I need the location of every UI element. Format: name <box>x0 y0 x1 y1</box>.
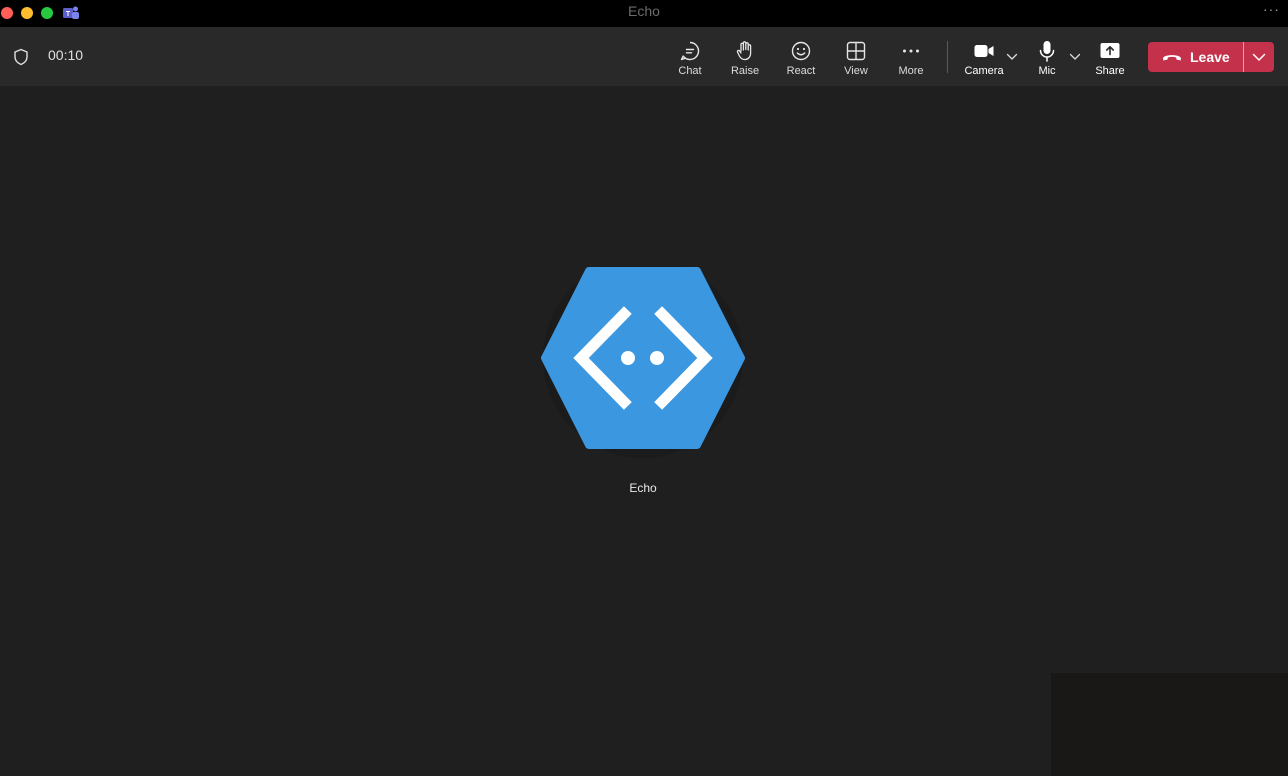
share-label: Share <box>1095 65 1125 77</box>
meeting-stage: Echo <box>0 86 1288 776</box>
mic-button[interactable]: Mic <box>1027 27 1067 86</box>
participant-name: Echo <box>629 481 657 495</box>
mic-icon <box>1039 41 1055 62</box>
toolbar-divider <box>947 41 948 73</box>
window-titlebar: T Echo ··· <box>0 0 1288 27</box>
window-title: Echo <box>628 3 660 19</box>
avatar-eye-right <box>650 351 664 365</box>
view-button[interactable]: View <box>836 27 876 86</box>
raise-hand-icon <box>736 41 752 61</box>
meeting-timer: 00:10 <box>48 47 84 63</box>
titlebar-more-icon[interactable]: ··· <box>1263 0 1280 22</box>
chat-button[interactable]: Chat <box>670 27 710 86</box>
raise-hand-button[interactable]: Raise <box>725 27 765 86</box>
more-icon <box>903 49 919 53</box>
leave-options-button[interactable] <box>1244 42 1274 72</box>
more-label: More <box>898 65 924 77</box>
share-icon <box>1100 43 1120 58</box>
leave-label: Leave <box>1190 49 1230 65</box>
react-label: React <box>786 65 816 77</box>
participant-avatar <box>541 266 745 458</box>
shield-icon[interactable] <box>13 48 29 66</box>
self-view-video[interactable] <box>1051 673 1288 776</box>
phone-hangup-icon <box>1163 55 1181 61</box>
mic-label: Mic <box>1038 65 1056 77</box>
view-label: View <box>844 65 868 77</box>
camera-label: Camera <box>964 65 1004 77</box>
leave-button-group: Leave <box>1148 42 1274 72</box>
meeting-toolbar: 00:10 Chat Raise React View More Camera … <box>0 27 1288 86</box>
react-icon <box>791 41 811 61</box>
camera-icon <box>974 45 994 57</box>
view-icon <box>846 41 866 61</box>
share-button[interactable]: Share <box>1090 27 1130 86</box>
chat-label: Chat <box>678 65 702 77</box>
react-button[interactable]: React <box>781 27 821 86</box>
chevron-down-icon <box>1252 53 1266 61</box>
camera-options-chevron-down-icon[interactable] <box>1006 53 1018 61</box>
camera-button[interactable]: Camera <box>961 27 1007 86</box>
chat-icon <box>680 41 700 61</box>
leave-button[interactable]: Leave <box>1148 42 1243 72</box>
more-button[interactable]: More <box>891 27 931 86</box>
raise-label: Raise <box>730 65 760 77</box>
mic-options-chevron-down-icon[interactable] <box>1069 53 1081 61</box>
avatar-eye-left <box>621 351 635 365</box>
